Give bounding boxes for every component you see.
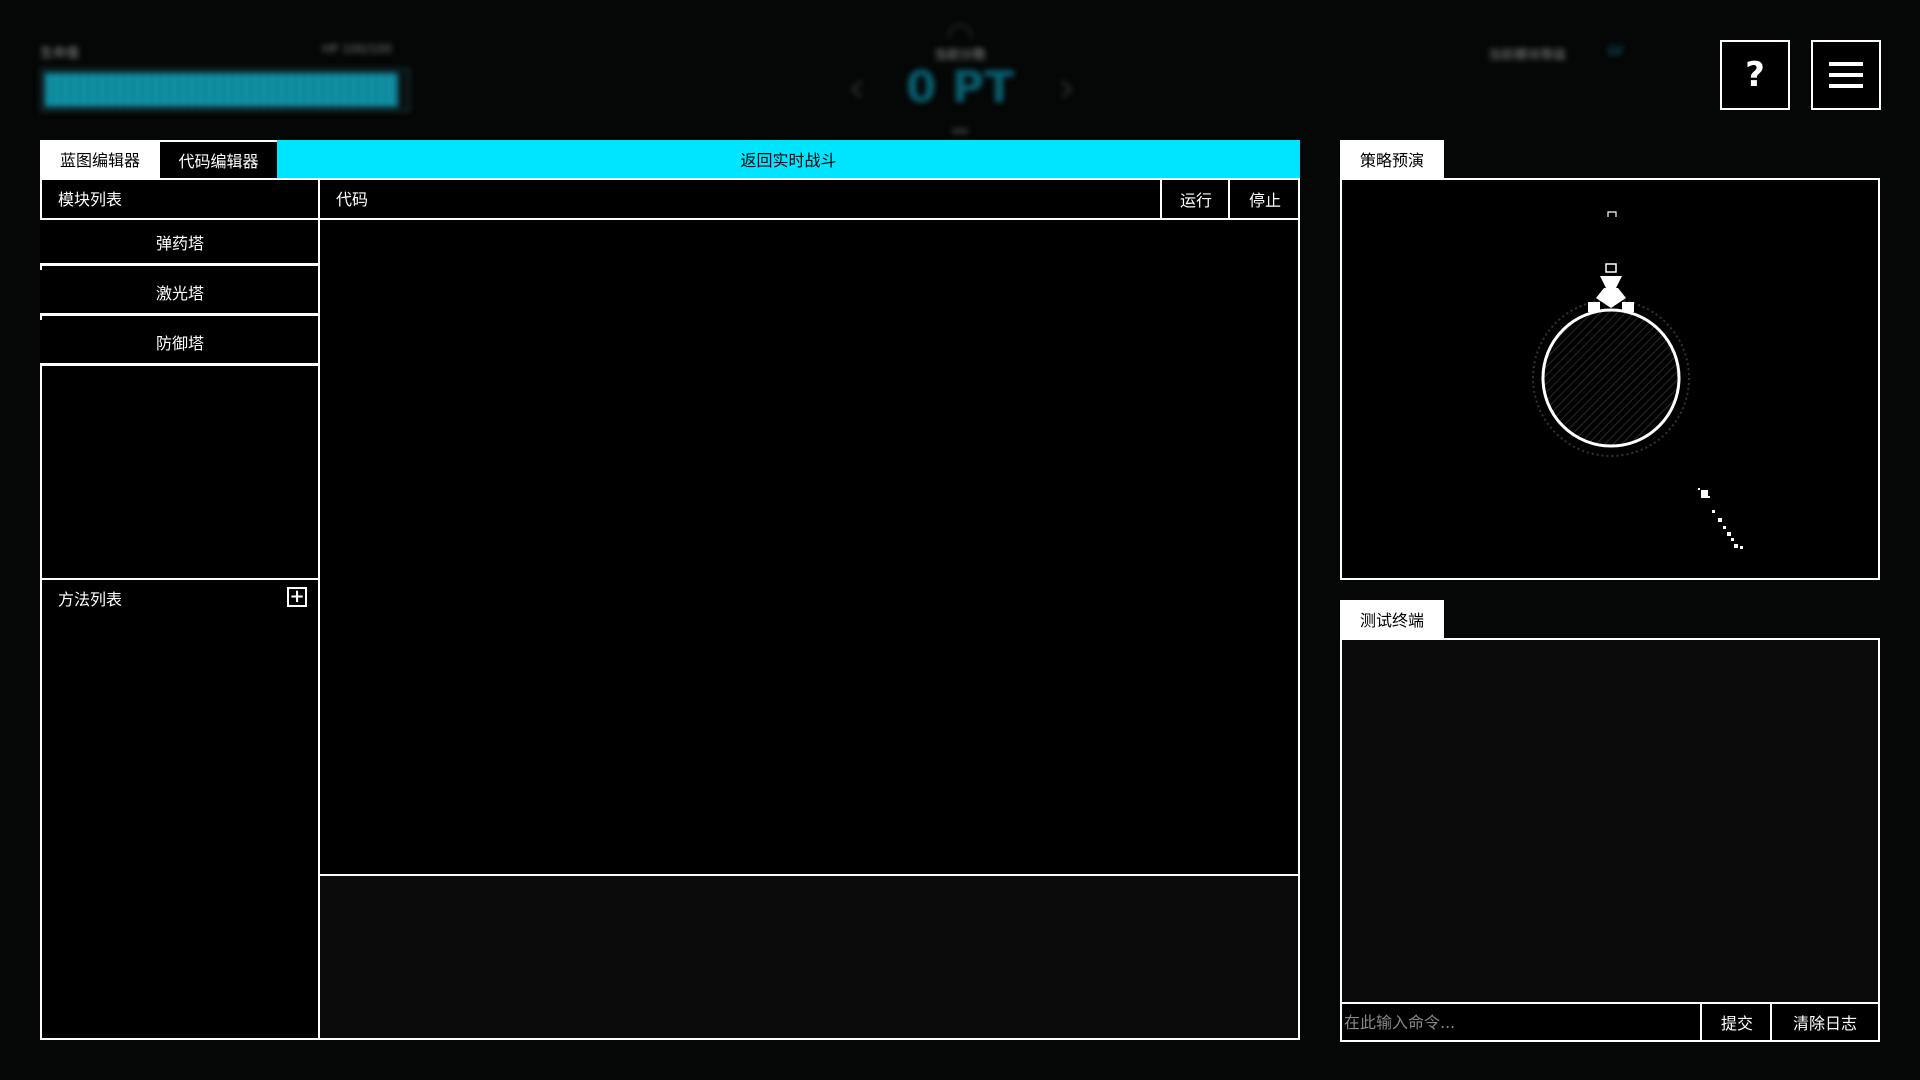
marker-icon [1607, 211, 1617, 217]
next-arrow-icon[interactable]: › [1058, 62, 1076, 113]
tab-blueprint-editor[interactable]: 蓝图编辑器 [40, 140, 160, 178]
hp-bar-fill [45, 73, 398, 107]
module-item-laser-tower[interactable]: 激光塔 [40, 270, 320, 316]
module-level-value: LV [1608, 44, 1623, 59]
command-input[interactable] [1342, 1002, 1700, 1040]
score-label: 当前分数 [933, 48, 986, 63]
help-button[interactable]: ? [1720, 40, 1790, 110]
code-output-console [320, 874, 1298, 1038]
stop-button[interactable]: 停止 [1228, 178, 1300, 220]
clear-log-button[interactable]: 清除日志 [1770, 1002, 1878, 1040]
prev-arrow-icon[interactable]: ‹ [848, 62, 866, 113]
tab-code-editor[interactable]: 代码编辑器 [160, 140, 277, 178]
strategy-preview-panel [1340, 178, 1880, 580]
module-level-label: 当前模块等级 [1488, 48, 1567, 63]
hp-bar [40, 68, 410, 112]
module-item-ammo-tower[interactable]: 弹药塔 [40, 220, 320, 266]
score-value: 0 PT [905, 62, 1015, 113]
method-list-header: 方法列表 [58, 590, 123, 609]
hamburger-icon [1829, 62, 1863, 88]
code-editor-area[interactable] [320, 220, 1298, 874]
method-divider [40, 578, 320, 580]
add-method-button[interactable]: + [287, 587, 307, 607]
tab-strategy-preview[interactable]: 策略预演 [1340, 140, 1444, 178]
score-top-ornament [948, 24, 972, 38]
submit-button[interactable]: 提交 [1700, 1002, 1772, 1040]
return-to-battle-button[interactable]: 返回实时战斗 [277, 140, 1300, 178]
preview-scene [1532, 211, 1743, 549]
hp-label: 生命值 [40, 46, 80, 61]
question-icon: ? [1745, 55, 1765, 95]
enemy-swarm [1698, 488, 1743, 549]
hp-value: HP 100/100 [322, 42, 392, 56]
plus-icon: + [289, 586, 305, 607]
run-button[interactable]: 运行 [1160, 178, 1230, 220]
score-bottom-ornament [952, 128, 968, 134]
test-terminal-panel [1340, 638, 1880, 1042]
menu-button[interactable] [1811, 40, 1881, 110]
code-header: 代码 [318, 178, 1300, 220]
module-list-header: 模块列表 [40, 178, 320, 220]
tab-test-terminal[interactable]: 测试终端 [1340, 600, 1444, 638]
core-base [1532, 299, 1690, 457]
tower-icon [1588, 263, 1634, 312]
module-item-defense-tower[interactable]: 防御塔 [40, 320, 320, 366]
